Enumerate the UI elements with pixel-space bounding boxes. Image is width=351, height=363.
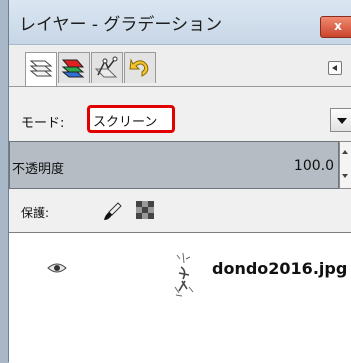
lock-pixels-brush-icon[interactable] <box>101 200 123 222</box>
eye-visibility-icon[interactable] <box>47 261 67 275</box>
window-title: レイヤー - グラデーション <box>19 15 223 35</box>
mode-dropdown-button[interactable] <box>330 108 351 132</box>
paths-icon <box>94 56 118 78</box>
mode-value-text: スクリーン <box>93 115 158 130</box>
opacity-label: 不透明度 <box>12 162 65 177</box>
opacity-value: 100.0 <box>293 158 334 174</box>
lock-label: 保護: <box>21 206 50 220</box>
tab-channels[interactable] <box>58 52 90 83</box>
layer-name: dondo2016.jpg <box>212 259 348 278</box>
tab-layers[interactable] <box>25 52 57 86</box>
tab-undo-history[interactable] <box>124 52 156 83</box>
channels-icon <box>61 59 85 78</box>
spin-down-icon[interactable] <box>342 174 348 178</box>
close-button[interactable]: x <box>320 16 351 38</box>
spin-up-icon[interactable] <box>342 150 348 154</box>
tab-menu-button[interactable] <box>328 61 342 75</box>
tab-paths[interactable] <box>91 52 123 83</box>
dock-tab-bar <box>9 46 351 87</box>
undo-history-icon <box>129 58 149 77</box>
layers-icon <box>29 60 53 77</box>
opacity-spinner[interactable] <box>339 141 351 189</box>
opacity-scale[interactable]: 不透明度 100.0 <box>9 141 339 189</box>
mode-select[interactable]: スクリーン <box>87 105 175 133</box>
title-bar: レイヤー - グラデーション x <box>9 0 351 45</box>
lock-alpha-checker-icon[interactable] <box>136 201 154 219</box>
layers-dialog: レイヤー - グラデーション x モード: スクリーン 不透明度 100.0 保… <box>8 0 351 363</box>
mode-row: モード: スクリーン <box>9 104 351 138</box>
layer-thumbnail <box>163 245 203 299</box>
mode-label: モード: <box>21 116 65 131</box>
layer-row[interactable]: dondo2016.jpg <box>9 233 351 311</box>
lock-row: 保護: <box>9 196 351 226</box>
layer-list: dondo2016.jpg <box>9 232 351 363</box>
